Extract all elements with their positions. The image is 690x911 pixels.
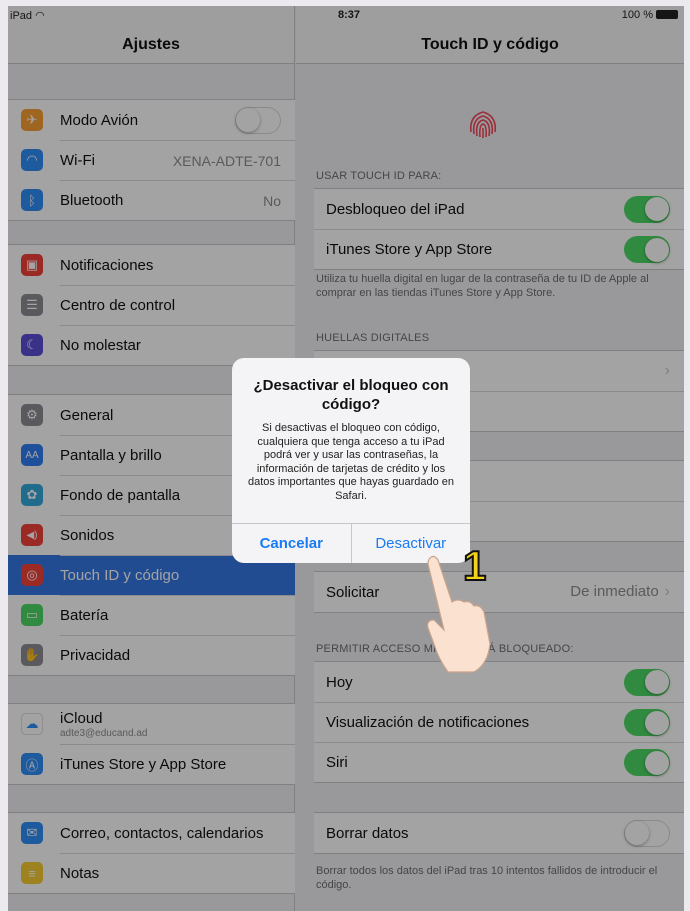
alert-title: ¿Desactivar el bloqueo con código?	[253, 377, 449, 413]
cancel-button[interactable]: Cancelar	[232, 524, 352, 563]
alert-message: Si desactivas el bloqueo con código, cua…	[247, 422, 455, 502]
ipad-screen: Ajustes ✈ Modo Avión ◠ Wi-Fi XENA-ADTE-7…	[8, 6, 684, 911]
step-number: 1	[462, 541, 487, 590]
disable-passcode-alert: ¿Desactivar el bloqueo con código? Si de…	[232, 358, 470, 563]
